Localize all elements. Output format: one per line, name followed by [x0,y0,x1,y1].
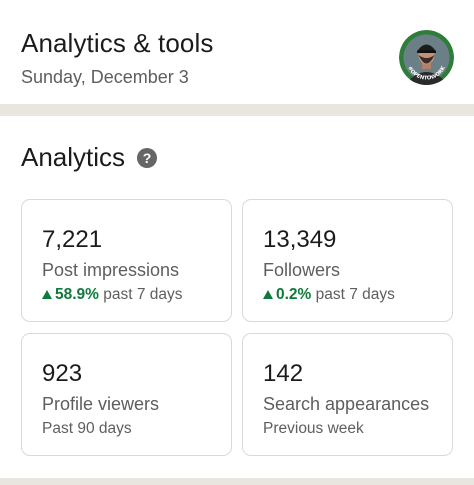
trend-period: past 7 days [103,286,183,303]
trend-value: 0.2% [276,286,312,303]
trend-value: 58.9% [55,286,99,303]
avatar[interactable]: #OPENTOWORK [399,30,454,85]
card-period: Past 90 days [42,420,132,437]
card-period: Previous week [263,420,364,437]
card-value: 7,221 [42,226,103,253]
analytics-title: Analytics [21,142,126,172]
avatar-photo: #OPENTOWORK [399,30,454,85]
trend-up-icon [42,290,52,299]
card-profile-viewers[interactable]: 923 Profile viewers Past 90 days [21,333,232,456]
card-label: Profile viewers [42,394,160,414]
card-label: Followers [263,260,341,280]
bottom-divider [0,478,474,485]
trend-up-icon [263,290,273,299]
page-title: Analytics & tools [21,28,214,58]
card-trend-row: 0.2% past 7 days [263,286,395,304]
page-header: Analytics & tools Sunday, December 3 #OP… [0,0,474,104]
card-value: 923 [42,360,83,387]
analytics-section: Analytics ? 7,221 Post impressions 58.9%… [0,116,474,478]
card-followers[interactable]: 13,349 Followers 0.2% past 7 days [242,199,453,322]
card-trend-row: 58.9% past 7 days [42,286,183,304]
trend-period: past 7 days [315,286,395,303]
card-post-impressions[interactable]: 7,221 Post impressions 58.9% past 7 days [21,199,232,322]
card-value: 142 [263,360,304,387]
card-label: Search appearances [263,394,430,414]
section-divider [0,104,474,116]
card-label: Post impressions [42,260,180,280]
card-search-appearances[interactable]: 142 Search appearances Previous week [242,333,453,456]
help-icon[interactable]: ? [137,148,157,168]
page-date: Sunday, December 3 [21,67,189,87]
card-value: 13,349 [263,226,337,253]
